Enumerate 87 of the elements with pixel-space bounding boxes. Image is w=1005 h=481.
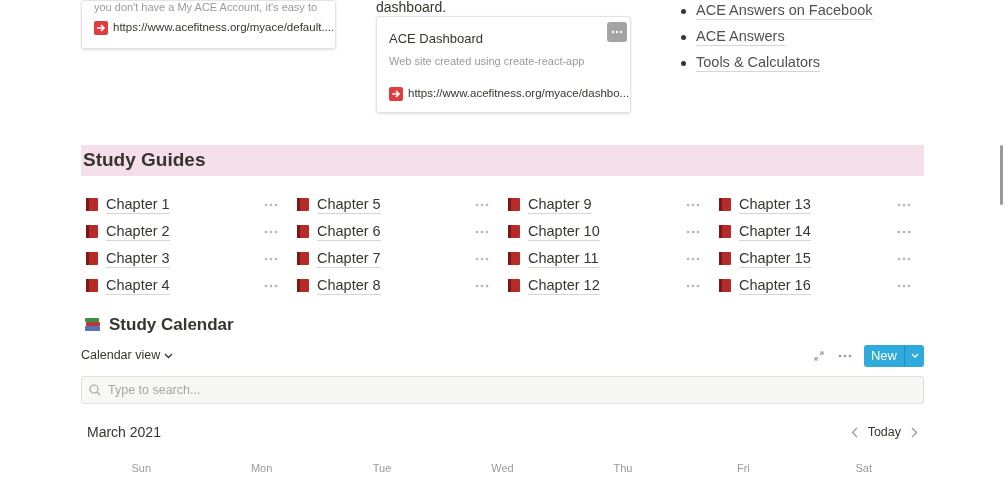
page-link[interactable]: Chapter 4: [106, 276, 170, 295]
weekday-label: Wed: [491, 461, 514, 474]
page-link[interactable]: Chapter 13: [739, 195, 811, 214]
bookmark-description: Web site created using create-react-app: [389, 53, 586, 69]
today-button[interactable]: Today: [867, 422, 901, 442]
more-icon[interactable]: [264, 202, 278, 207]
book-icon: [718, 197, 732, 212]
book-icon: [85, 224, 99, 239]
more-icon[interactable]: [897, 283, 911, 288]
more-icon[interactable]: [475, 256, 489, 261]
page-link[interactable]: Chapter 8: [317, 276, 381, 295]
section-heading: Study Guides: [81, 145, 924, 176]
bullet-icon: [681, 34, 686, 40]
more-icon[interactable]: [897, 202, 911, 207]
weekday-label: Mon: [250, 461, 273, 474]
more-icon[interactable]: [686, 283, 700, 288]
book-icon: [507, 197, 521, 212]
book-icon: [718, 251, 732, 266]
scrollbar[interactable]: [1000, 145, 1003, 205]
chevron-right-icon[interactable]: [911, 426, 918, 438]
books-icon: [84, 317, 101, 333]
more-icon[interactable]: [475, 283, 489, 288]
page-link[interactable]: Chapter 10: [528, 222, 600, 241]
weekday-label: Tue: [372, 461, 392, 474]
page-link[interactable]: Chapter 16: [739, 276, 811, 295]
link[interactable]: ACE Answers: [696, 28, 785, 46]
more-icon[interactable]: [264, 256, 278, 261]
link-arrow-icon: [94, 20, 108, 35]
weekday-label: Fri: [736, 461, 750, 474]
more-icon[interactable]: [686, 229, 700, 234]
link[interactable]: Tools & Calculators: [696, 54, 821, 72]
book-icon: [507, 278, 521, 293]
book-icon: [296, 224, 310, 239]
more-icon[interactable]: [686, 202, 700, 207]
bookmark-title: ACE Dashboard: [389, 30, 483, 48]
view-selector[interactable]: Calendar view: [81, 346, 174, 365]
book-icon: [507, 251, 521, 266]
page-link[interactable]: Chapter 6: [317, 222, 381, 241]
bookmark-card[interactable]: you don't have a My ACE Account, it's easy to https://www.acefitness.org/myace/default....: [81, 0, 336, 50]
page-link[interactable]: Chapter 15: [739, 249, 811, 268]
page-link[interactable]: Chapter 11: [528, 249, 599, 268]
link[interactable]: ACE Answers on Facebook: [696, 2, 873, 20]
book-icon: [85, 251, 99, 266]
book-icon: [85, 197, 99, 212]
more-button[interactable]: [607, 22, 627, 42]
bullet-icon: [681, 60, 686, 66]
more-icon[interactable]: [264, 283, 278, 288]
link-arrow-icon: [389, 86, 403, 101]
search-icon: [89, 383, 101, 396]
page-link[interactable]: Chapter 3: [106, 249, 170, 268]
more-icon[interactable]: [838, 353, 852, 358]
bookmark-url[interactable]: https://www.acefitness.org/myace/dashbo...: [408, 85, 630, 103]
book-icon: [296, 197, 310, 212]
bookmark-card[interactable]: ACE Dashboard Web site created using create-react-app https://www.acefitness.org/myace/dashbo...: [376, 16, 631, 114]
weekday-label: Thu: [613, 461, 633, 474]
bullet-icon: [681, 8, 686, 14]
expand-icon[interactable]: [814, 350, 824, 361]
search-field[interactable]: Type to search...: [81, 375, 924, 404]
chevron-left-icon[interactable]: [850, 426, 858, 438]
book-icon: [296, 251, 310, 266]
database-title: Study Calendar: [109, 314, 234, 336]
more-icon[interactable]: [475, 202, 489, 207]
more-icon[interactable]: [686, 256, 700, 261]
page-link[interactable]: Chapter 12: [528, 276, 600, 295]
more-icon[interactable]: [264, 229, 278, 234]
book-icon: [718, 278, 732, 293]
weekday-label: Sun: [131, 461, 151, 474]
page-link[interactable]: Chapter 7: [317, 249, 381, 268]
more-icon[interactable]: [897, 256, 911, 261]
page-link[interactable]: Chapter 14: [739, 222, 811, 241]
book-icon: [718, 224, 732, 239]
page-link[interactable]: Chapter 9: [528, 195, 592, 214]
caret-icon[interactable]: [164, 352, 174, 359]
book-icon: [507, 224, 521, 239]
book-icon: [85, 278, 99, 293]
more-icon[interactable]: [897, 229, 911, 234]
more-icon[interactable]: [475, 229, 489, 234]
intro-text: dashboard.: [376, 0, 448, 14]
bookmark-description: you don't have a My ACE Account, it's easy to: [94, 0, 318, 15]
more-icon: [611, 30, 623, 34]
weekday-label: Sat: [855, 461, 873, 474]
page-link[interactable]: Chapter 1: [106, 195, 170, 214]
book-icon: [296, 278, 310, 293]
page-link[interactable]: Chapter 5: [317, 195, 381, 214]
month-title: March 2021: [87, 422, 161, 442]
bookmark-url[interactable]: https://www.acefitness.org/myace/default....: [113, 19, 335, 37]
page-link[interactable]: Chapter 2: [106, 222, 170, 241]
